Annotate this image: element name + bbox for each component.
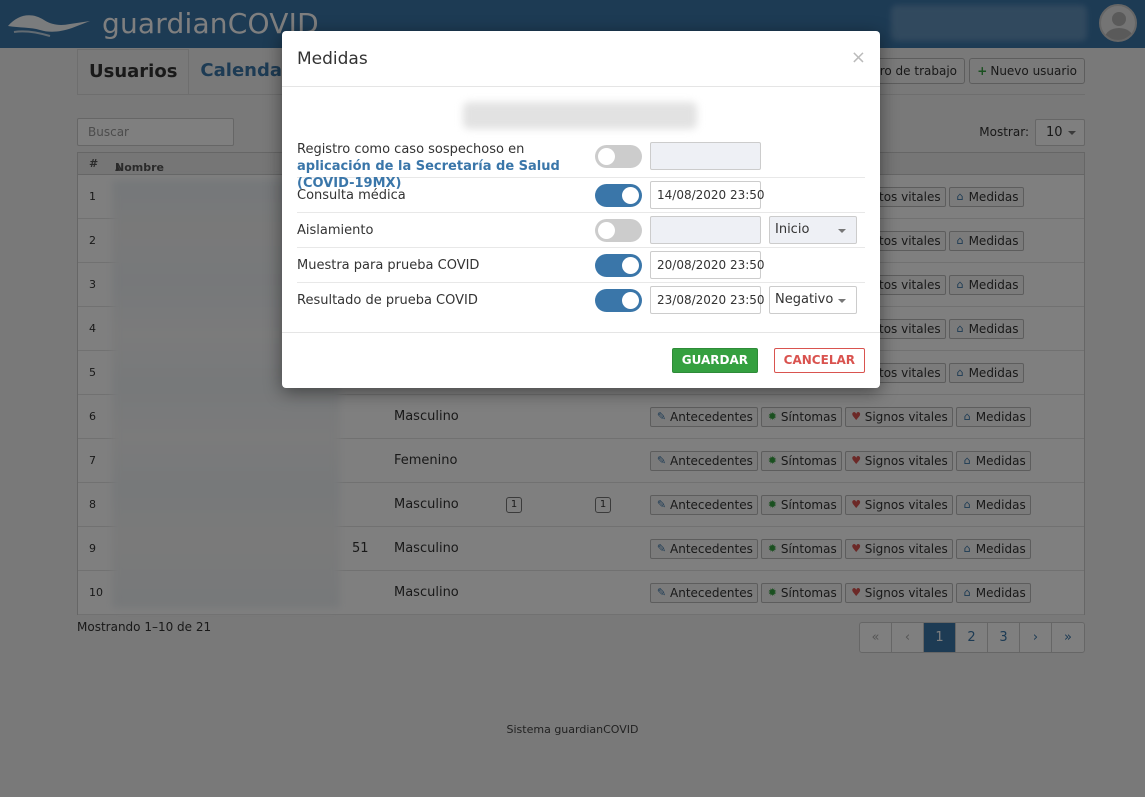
date-input-consulta[interactable]: 14/08/2020 23:50 [650,181,765,209]
date-input-aislamiento[interactable] [650,216,761,244]
toggle-knob-icon [622,187,639,204]
toggle-knob-icon [598,148,615,165]
measure-label-aislamiento: Aislamiento [297,223,374,238]
toggle-knob-icon [622,257,639,274]
chevron-down-icon [838,229,846,233]
modal-title: Medidas [297,49,368,69]
close-icon[interactable]: × [851,49,866,67]
measure-row-muestra: Muestra para prueba COVID 20/08/2020 23:… [297,248,865,283]
modal-footer: GUARDAR CANCELAR [282,332,880,388]
chevron-down-icon [838,299,846,303]
toggle-consulta[interactable] [595,184,642,207]
measure-label-consulta: Consulta médica [297,188,406,203]
select-aislamiento-phase[interactable]: Inicio [769,216,857,244]
measure-row-resultado: Resultado de prueba COVID 23/08/2020 23:… [297,283,865,318]
date-input-resultado[interactable]: 23/08/2020 23:50 [650,286,765,314]
cancel-button[interactable]: CANCELAR [773,348,865,373]
toggle-aislamiento[interactable] [595,219,642,242]
select-aislamiento-value: Inicio [775,222,810,237]
date-input-muestra[interactable]: 20/08/2020 23:50 [650,251,765,279]
save-button[interactable]: GUARDAR [671,348,758,373]
measure-label-resultado: Resultado de prueba COVID [297,293,478,308]
medidas-modal: Medidas × Registro como caso sospechoso … [282,31,880,388]
select-resultado[interactable]: Negativo [769,286,857,314]
modal-header: Medidas × [282,31,880,87]
measure-row-registro: Registro como caso sospechoso en aplicac… [297,137,865,191]
measure-row-aislamiento: Aislamiento Inicio [297,213,865,248]
toggle-registro[interactable] [595,145,642,168]
registro-label-text: Registro como caso sospechoso en [297,142,525,157]
measure-label-muestra: Muestra para prueba COVID [297,258,480,273]
toggle-resultado[interactable] [595,289,642,312]
toggle-knob-icon [598,222,615,239]
date-input-registro[interactable] [650,142,761,170]
toggle-knob-icon [622,292,639,309]
measure-row-consulta: Consulta médica 14/08/2020 23:50 [297,178,865,213]
patient-name-redacted [463,102,697,129]
toggle-muestra[interactable] [595,254,642,277]
select-resultado-value: Negativo [775,292,834,307]
